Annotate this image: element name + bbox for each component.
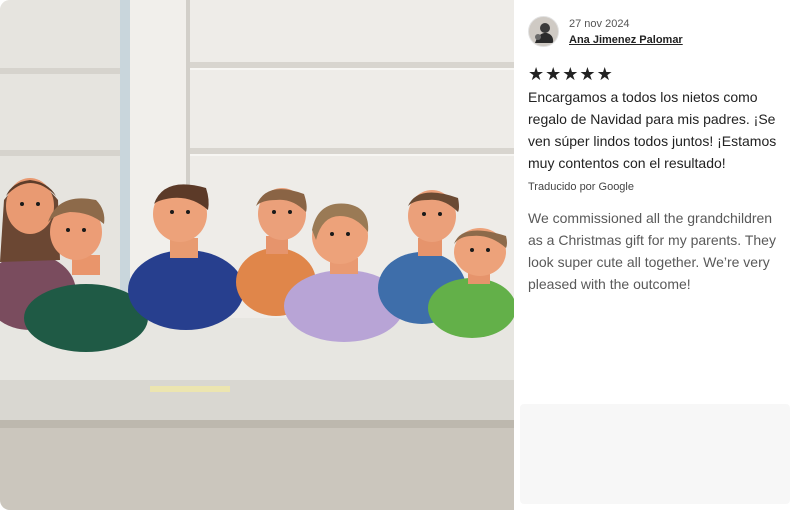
review-photo-modal: 27 nov 2024 Ana Jimenez Palomar ★ ★ ★ ★ … [0,0,800,510]
star-icon: ★ [562,64,579,84]
review-panel: 27 nov 2024 Ana Jimenez Palomar ★ ★ ★ ★ … [514,0,800,510]
star-rating: ★ ★ ★ ★ ★ [528,65,613,83]
review-text: Encargamos a todos los nietos como regal… [528,89,777,171]
translated-review-text: We commissioned all the grandchildren as… [528,210,776,292]
review-photo [0,0,514,510]
star-icon: ★ [528,64,545,84]
translated-by-label: Traducido por Google [528,181,634,193]
content-placeholder [520,404,790,504]
reviewer-info: 27 nov 2024 Ana Jimenez Palomar [528,16,683,47]
review-date: 27 nov 2024 [569,17,630,30]
reviewer-name-link[interactable]: Ana Jimenez Palomar [569,33,683,47]
star-icon: ★ [579,64,596,84]
reviewer-meta: 27 nov 2024 Ana Jimenez Palomar [569,17,683,47]
avatar[interactable] [528,16,559,47]
star-icon: ★ [545,64,562,84]
star-icon: ★ [596,64,613,84]
avatar-image [529,17,558,46]
